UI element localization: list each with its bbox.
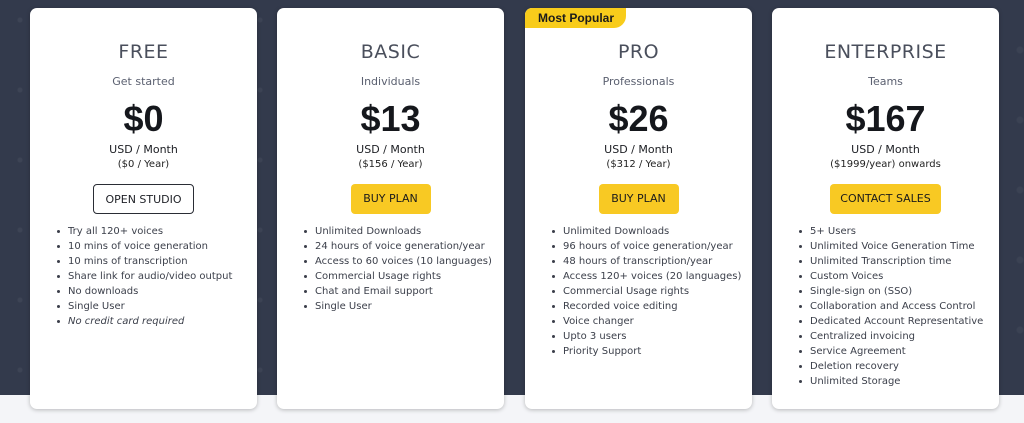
plan-subtitle: Individuals <box>360 75 421 88</box>
feature-list: 5+ Users Unlimited Voice Generation Time… <box>772 224 999 389</box>
plan-card-pro: Most Popular PRO Professionals $26 USD /… <box>525 8 752 409</box>
feature-item: 5+ Users <box>799 224 999 239</box>
feature-item: Single User <box>57 299 257 314</box>
feature-item: Recorded voice editing <box>552 299 752 314</box>
feature-item: 10 mins of voice generation <box>57 239 257 254</box>
feature-item: Share link for audio/video output <box>57 269 257 284</box>
feature-item: Commercial Usage rights <box>304 269 504 284</box>
yearly-price: ($156 / Year) <box>358 159 423 170</box>
feature-item: Try all 120+ voices <box>57 224 257 239</box>
buy-plan-button[interactable]: BUY PLAN <box>598 184 679 214</box>
open-studio-button[interactable]: OPEN STUDIO <box>93 184 194 214</box>
yearly-price: ($1999/year) onwards <box>830 159 941 170</box>
feature-list: Unlimited Downloads 24 hours of voice ge… <box>277 224 504 314</box>
yearly-price: ($312 / Year) <box>606 159 671 170</box>
feature-item: Dedicated Account Representative <box>799 314 999 329</box>
feature-item: No credit card required <box>57 314 257 329</box>
plan-subtitle: Teams <box>868 75 903 88</box>
plan-subtitle: Get started <box>112 75 175 88</box>
price-unit: USD / Month <box>356 143 425 156</box>
feature-item: 10 mins of transcription <box>57 254 257 269</box>
feature-item: 24 hours of voice generation/year <box>304 239 504 254</box>
plan-name: BASIC <box>360 41 421 63</box>
feature-item: Centralized invoicing <box>799 329 999 344</box>
plan-price: $13 <box>360 98 421 139</box>
plan-card-basic: BASIC Individuals $13 USD / Month ($156 … <box>277 8 504 409</box>
feature-item: Unlimited Downloads <box>304 224 504 239</box>
contact-sales-button[interactable]: CONTACT SALES <box>830 184 941 214</box>
plan-card-free: FREE Get started $0 USD / Month ($0 / Ye… <box>30 8 257 409</box>
plan-price: $167 <box>845 98 926 139</box>
plan-subtitle: Professionals <box>602 75 675 88</box>
feature-item: No downloads <box>57 284 257 299</box>
feature-item: Access 120+ voices (20 languages) <box>552 269 752 284</box>
feature-item: Single-sign on (SSO) <box>799 284 999 299</box>
price-unit: USD / Month <box>109 143 178 156</box>
feature-item: Deletion recovery <box>799 359 999 374</box>
feature-item: Chat and Email support <box>304 284 504 299</box>
feature-item: Service Agreement <box>799 344 999 359</box>
feature-item: Commercial Usage rights <box>552 284 752 299</box>
plan-name: PRO <box>617 41 660 63</box>
feature-item: Custom Voices <box>799 269 999 284</box>
plan-price: $0 <box>123 98 164 139</box>
feature-item: Unlimited Transcription time <box>799 254 999 269</box>
plan-name: ENTERPRISE <box>824 41 947 63</box>
feature-item: 48 hours of transcription/year <box>552 254 752 269</box>
feature-list: Try all 120+ voices 10 mins of voice gen… <box>30 224 257 329</box>
feature-item: Unlimited Storage <box>799 374 999 389</box>
plan-price: $26 <box>608 98 669 139</box>
feature-item: Single User <box>304 299 504 314</box>
yearly-price: ($0 / Year) <box>117 159 170 170</box>
feature-item: 96 hours of voice generation/year <box>552 239 752 254</box>
feature-item: Priority Support <box>552 344 752 359</box>
price-unit: USD / Month <box>851 143 920 156</box>
feature-item: Upto 3 users <box>552 329 752 344</box>
feature-item: Unlimited Downloads <box>552 224 752 239</box>
feature-item: Access to 60 voices (10 languages) <box>304 254 504 269</box>
plan-name: FREE <box>118 41 169 63</box>
plan-card-enterprise: ENTERPRISE Teams $167 USD / Month ($1999… <box>772 8 999 409</box>
feature-item: Voice changer <box>552 314 752 329</box>
buy-plan-button[interactable]: BUY PLAN <box>350 184 431 214</box>
feature-item: Unlimited Voice Generation Time <box>799 239 999 254</box>
feature-list: Unlimited Downloads 96 hours of voice ge… <box>525 224 752 359</box>
price-unit: USD / Month <box>604 143 673 156</box>
feature-item: Collaboration and Access Control <box>799 299 999 314</box>
most-popular-badge: Most Popular <box>525 8 627 28</box>
